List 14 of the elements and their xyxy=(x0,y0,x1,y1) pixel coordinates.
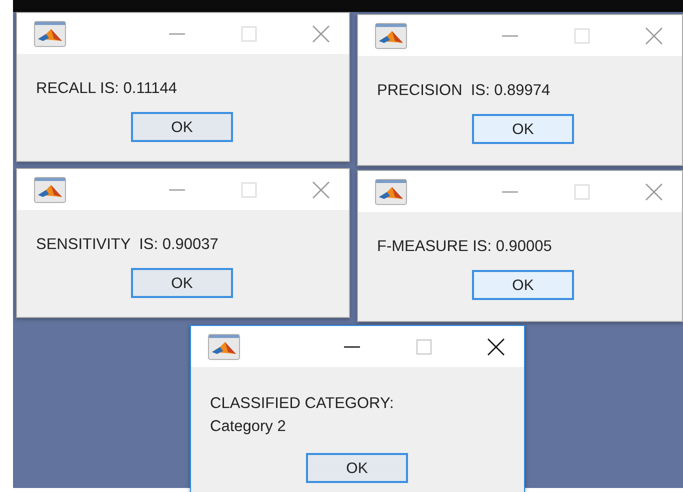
message-text: Category 2 xyxy=(210,417,287,437)
app-icon xyxy=(375,178,407,204)
maximize-icon[interactable] xyxy=(414,336,434,356)
message-text: CLASSIFIED CATEGORY: xyxy=(210,394,395,414)
message-text: F-MEASURE IS: 0.90005 xyxy=(377,237,553,257)
app-icon xyxy=(208,334,240,360)
message-text: SENSITIVITY IS: 0.90037 xyxy=(36,235,220,255)
message-text: RECALL IS: 0.11144 xyxy=(36,79,178,99)
ok-button[interactable]: OK xyxy=(306,453,408,483)
app-icon xyxy=(34,176,66,202)
app-icon xyxy=(34,20,66,46)
close-icon[interactable] xyxy=(486,336,506,356)
message-text: PRECISION IS: 0.89974 xyxy=(377,81,552,101)
app-icon xyxy=(375,22,407,48)
